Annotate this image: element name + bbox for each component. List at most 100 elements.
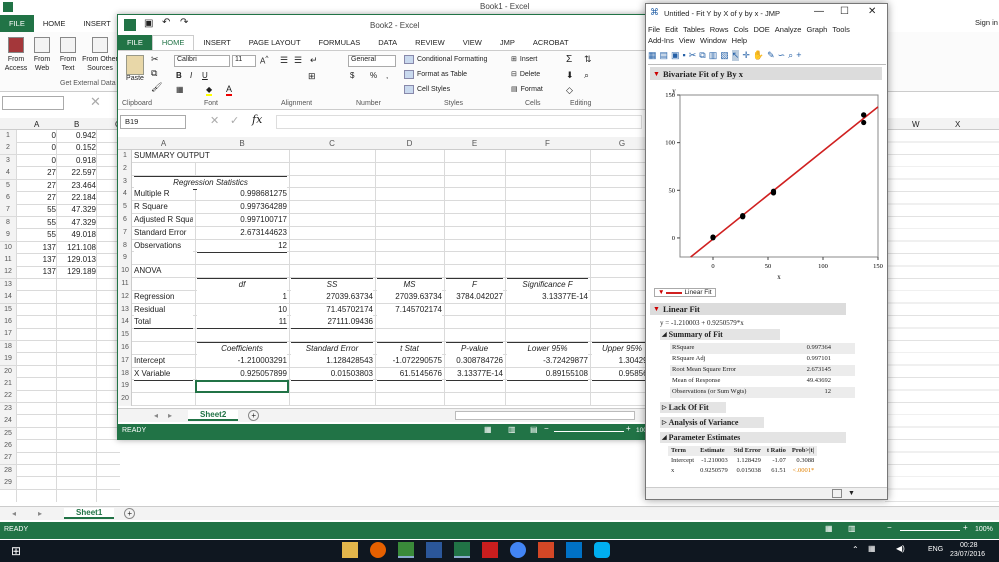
row-number[interactable]: 1 (118, 150, 132, 162)
coef-value[interactable]: 1.128428543 (291, 354, 373, 367)
coef-value[interactable]: 1.304292 (592, 354, 646, 367)
selected-cell-b19[interactable] (195, 380, 289, 394)
coef-value[interactable]: -3.72429877 (507, 354, 588, 367)
coef-value[interactable]: 3.13377E-14 (446, 367, 503, 381)
tab-home[interactable]: HOME (151, 35, 195, 50)
acrobat-icon[interactable] (482, 542, 498, 558)
font-color-icon[interactable]: A (226, 84, 233, 96)
row-number[interactable]: 19 (0, 353, 16, 366)
row-number[interactable]: 7 (0, 204, 16, 217)
row-number[interactable]: 17 (118, 355, 132, 367)
row-number[interactable]: 5 (118, 201, 132, 213)
row-number[interactable]: 14 (0, 291, 16, 304)
tab-view[interactable]: VIEW (454, 36, 491, 50)
reg-stat-value[interactable]: 12 (197, 239, 287, 253)
word-icon[interactable] (426, 542, 442, 558)
fill-icon[interactable]: ⬇ (566, 70, 574, 81)
tab-data[interactable]: DATA (369, 36, 406, 50)
anova-row-label[interactable]: Residual (134, 303, 193, 316)
row-number[interactable]: 20 (118, 393, 132, 405)
book2-namebox[interactable]: B19 (120, 115, 186, 129)
row-number[interactable]: 21 (0, 378, 16, 390)
cell-b[interactable]: 47.329 (56, 217, 96, 229)
data-point[interactable] (861, 112, 867, 118)
cell-a[interactable]: 0 (16, 130, 56, 142)
row-number[interactable]: 25 (0, 427, 16, 440)
book2-hscroll[interactable] (455, 411, 636, 420)
row-number[interactable]: 9 (0, 229, 16, 242)
parameter-estimates-header[interactable]: ◢ Parameter Estimates (660, 432, 846, 443)
network-icon[interactable]: ▦ (868, 544, 876, 553)
book1-zoom-out-icon[interactable]: − (887, 523, 892, 532)
data-point[interactable] (710, 234, 716, 240)
reg-stat-value[interactable]: 0.998681275 (197, 188, 287, 201)
cell-b[interactable]: 0.918 (56, 155, 96, 167)
row-number[interactable]: 12 (118, 291, 132, 303)
currency-icon[interactable]: $ (350, 71, 354, 80)
row-number[interactable]: 3 (118, 176, 132, 188)
row-number[interactable]: 9 (118, 252, 132, 264)
coef-row-label[interactable]: Intercept (134, 354, 193, 367)
file-explorer-icon[interactable] (342, 542, 358, 558)
tab-review[interactable]: REVIEW (406, 36, 454, 50)
language-indicator[interactable]: ENG (928, 546, 943, 553)
reg-stat-label[interactable]: Standard Error (134, 226, 193, 239)
coef-row-label[interactable]: X Variable (134, 367, 193, 381)
cell-a[interactable]: 137 (16, 266, 56, 278)
from-web-button[interactable]: From Web (31, 37, 53, 73)
align-left-icon[interactable]: ☰ (280, 55, 288, 66)
analysis-of-variance-header[interactable]: ▷ Analysis of Variance (660, 417, 764, 428)
reg-stat-label[interactable]: Observations (134, 239, 193, 252)
sheet-nav-next-icon[interactable]: ▸ (38, 509, 42, 518)
skype-icon[interactable] (594, 542, 610, 558)
arrow-tool-icon[interactable]: ↖ (731, 49, 740, 61)
open-icon[interactable]: ▤ (660, 50, 669, 61)
col-header-x[interactable]: X (955, 120, 960, 129)
cell-a[interactable]: 55 (16, 204, 56, 216)
clear-icon[interactable]: ◇ (566, 85, 573, 96)
font-name-select[interactable]: Calibri (174, 55, 230, 67)
from-other-sources-button[interactable]: From Other Sources (82, 37, 118, 73)
autosum-icon[interactable]: Σ (566, 54, 572, 65)
anova-value[interactable]: 27039.63734 (291, 290, 373, 303)
save-icon[interactable]: ▪ (683, 50, 686, 60)
book2-zoom-slider[interactable] (554, 431, 624, 432)
lack-of-fit-header[interactable]: ▷ Lack Of Fit (660, 402, 726, 413)
row-number[interactable]: 10 (0, 241, 16, 254)
maximize-icon[interactable]: ☐ (840, 6, 849, 17)
book1-namebox[interactable] (2, 96, 64, 110)
disclosure-open-icon[interactable]: ◢ (662, 434, 667, 441)
bold-button[interactable]: B (176, 71, 182, 80)
borders-icon[interactable]: ▦ (176, 85, 184, 94)
clock-time[interactable]: 00:28 (960, 542, 978, 549)
reg-stat-value[interactable]: 2.673144623 (197, 226, 287, 239)
anova-value[interactable]: 1 (197, 290, 287, 303)
enter-formula-icon[interactable]: ✓ (230, 114, 239, 127)
menu-graph[interactable]: Graph (806, 25, 827, 34)
cell-b[interactable]: 47.329 (56, 204, 96, 216)
tab-file[interactable]: FILE (118, 35, 152, 50)
menu-view[interactable]: View (679, 36, 695, 45)
reg-stat-label[interactable]: R Square (134, 201, 193, 214)
coef-value[interactable]: 0.958565 (592, 367, 646, 381)
cell-b[interactable]: 0.152 (56, 142, 96, 154)
minimize-icon[interactable]: — (814, 6, 824, 17)
coef-value[interactable]: 0.01503803 (291, 367, 373, 381)
journal-icon[interactable]: ▧ (720, 50, 729, 61)
cell-b[interactable]: 0.942 (56, 130, 96, 142)
anova-row-label[interactable]: Regression (134, 290, 193, 303)
cell-styles-button[interactable]: Cell Styles (404, 85, 450, 94)
anova-value[interactable]: 3784.042027 (446, 290, 503, 303)
cell-b[interactable]: 49.018 (56, 229, 96, 241)
row-number[interactable]: 26 (0, 440, 16, 452)
firefox-icon[interactable] (370, 542, 386, 558)
lasso-tool-icon[interactable]: ∽ (778, 50, 786, 61)
row-number[interactable]: 4 (118, 188, 132, 200)
book1-view-layout-icon[interactable]: ▥ (848, 524, 856, 533)
reg-stat-value[interactable]: 0.997100717 (197, 214, 287, 226)
tray-chevron-icon[interactable]: ⌃ (852, 545, 859, 554)
book2-view-break-icon[interactable]: ▤ (530, 425, 538, 434)
add-sheet-icon[interactable]: + (248, 410, 260, 421)
jmp-taskbar-icon[interactable] (398, 542, 414, 558)
coef-value[interactable]: 0.89155108 (507, 367, 588, 381)
